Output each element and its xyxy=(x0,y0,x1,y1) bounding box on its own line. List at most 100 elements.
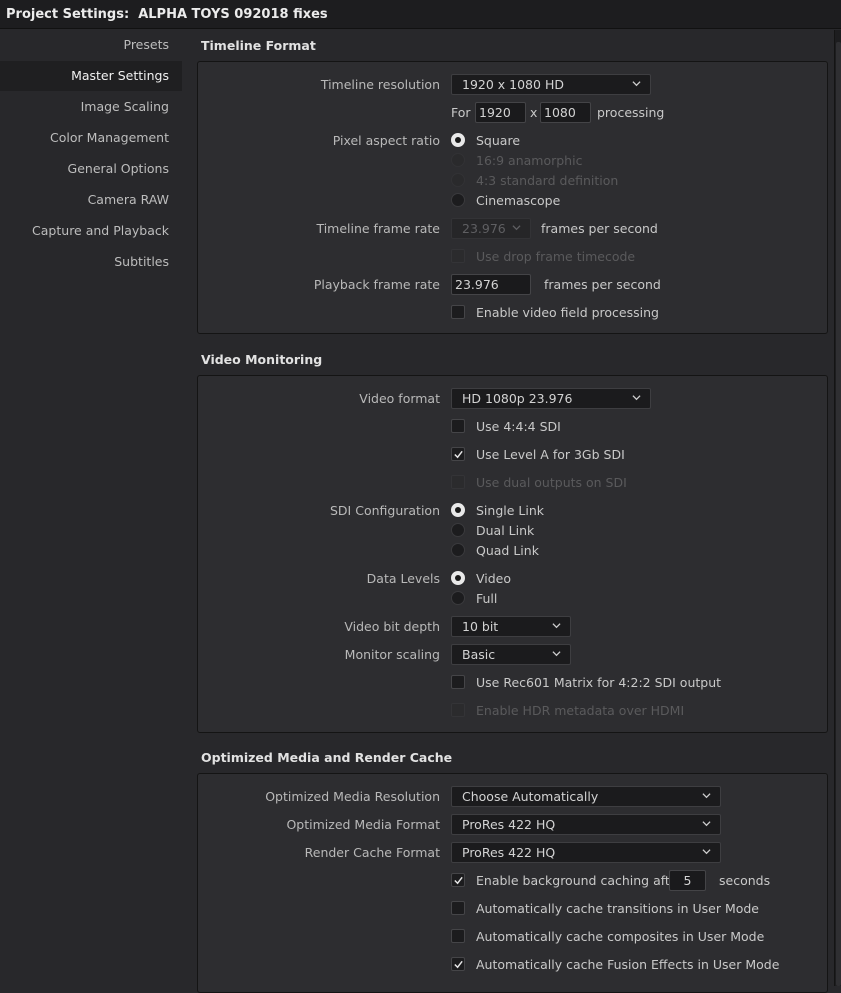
pixel-aspect-cinemascope-radio[interactable] xyxy=(451,193,465,207)
optimized-media-resolution-label: Optimized Media Resolution xyxy=(265,789,440,804)
sdi-quad-link-radio[interactable] xyxy=(451,543,465,557)
chevron-down-icon xyxy=(552,651,561,657)
video-bit-depth-label: Video bit depth xyxy=(344,619,440,634)
monitor-scaling-value: Basic xyxy=(462,647,496,662)
cache-fusion-label: Automatically cache Fusion Effects in Us… xyxy=(476,957,780,972)
background-caching-checkbox[interactable] xyxy=(451,873,465,887)
optimized-media-resolution-dropdown[interactable]: Choose Automatically xyxy=(451,786,721,807)
for-label: For xyxy=(451,105,471,120)
sdi-quad-link-label: Quad Link xyxy=(476,543,539,558)
video-format-dropdown[interactable]: HD 1080p 23.976 xyxy=(451,388,651,409)
timeline-frame-rate-label: Timeline frame rate xyxy=(316,221,440,236)
background-caching-label: Enable background caching after xyxy=(476,873,683,888)
sdi-configuration-label: SDI Configuration xyxy=(330,503,440,518)
sdi-single-link-radio[interactable] xyxy=(451,503,465,517)
pixel-aspect-anamorphic-radio xyxy=(451,153,465,167)
video-monitoring-heading: Video Monitoring xyxy=(201,352,323,367)
pixel-aspect-square-label: Square xyxy=(476,133,521,148)
video-bit-depth-dropdown[interactable]: 10 bit xyxy=(451,616,571,637)
sidebar-item-capture-playback[interactable]: Capture and Playback xyxy=(0,216,182,246)
data-levels-video-label: Video xyxy=(476,571,512,586)
render-cache-format-dropdown[interactable]: ProRes 422 HQ xyxy=(451,842,721,863)
sidebar-item-master-settings[interactable]: Master Settings xyxy=(0,61,182,91)
timeline-resolution-label: Timeline resolution xyxy=(320,77,440,92)
level-a-checkbox[interactable] xyxy=(451,447,465,461)
optimized-media-format-dropdown[interactable]: ProRes 422 HQ xyxy=(451,814,721,835)
playback-frame-rate-field[interactable]: 23.976 xyxy=(451,274,531,295)
sdi-single-link-label: Single Link xyxy=(476,503,544,518)
checkmark-icon xyxy=(454,450,463,459)
pixel-aspect-square-radio[interactable] xyxy=(451,133,465,147)
drop-frame-label: Use drop frame timecode xyxy=(476,249,636,264)
render-cache-format-label: Render Cache Format xyxy=(304,845,440,860)
monitor-scaling-dropdown[interactable]: Basic xyxy=(451,644,571,665)
cache-composites-checkbox[interactable] xyxy=(451,929,465,943)
level-a-label: Use Level A for 3Gb SDI xyxy=(476,447,625,462)
optimized-media-format-value: ProRes 422 HQ xyxy=(462,817,556,832)
chevron-down-icon xyxy=(702,821,711,827)
data-levels-full-label: Full xyxy=(476,591,498,606)
sidebar-item-general-options[interactable]: General Options xyxy=(0,154,182,184)
sdi-dual-link-radio[interactable] xyxy=(451,523,465,537)
timeline-resolution-dropdown[interactable]: 1920 x 1080 HD xyxy=(451,74,651,95)
monitor-scaling-label: Monitor scaling xyxy=(344,647,440,662)
playback-rate-unit-label: frames per second xyxy=(544,277,661,292)
sidebar-item-image-scaling[interactable]: Image Scaling xyxy=(0,92,182,122)
chevron-down-icon xyxy=(702,849,711,855)
cache-fusion-checkbox[interactable] xyxy=(451,957,465,971)
video-bit-depth-value: 10 bit xyxy=(462,619,499,634)
rec601-label: Use Rec601 Matrix for 4:2:2 SDI output xyxy=(476,675,722,690)
chevron-down-icon xyxy=(632,395,641,401)
hdr-metadata-label: Enable HDR metadata over HDMI xyxy=(476,703,685,718)
timeline-frame-rate-value: 23.976 xyxy=(462,221,506,236)
resolution-width-field[interactable]: 1920 xyxy=(475,102,526,123)
timeline-resolution-value: 1920 x 1080 HD xyxy=(462,77,564,92)
resolution-height-field[interactable]: 1080 xyxy=(540,102,591,123)
hdr-metadata-checkbox xyxy=(451,703,465,717)
video-format-value: HD 1080p 23.976 xyxy=(462,391,573,406)
rec601-checkbox[interactable] xyxy=(451,675,465,689)
chevron-down-icon xyxy=(552,623,561,629)
pixel-aspect-anamorphic-label: 16:9 anamorphic xyxy=(476,153,583,168)
optimized-media-heading: Optimized Media and Render Cache xyxy=(201,750,453,765)
sdi-dual-link-label: Dual Link xyxy=(476,523,535,538)
background-caching-seconds-field[interactable]: 5 xyxy=(669,870,706,891)
seconds-label: seconds xyxy=(719,873,771,888)
checkmark-icon xyxy=(454,876,463,885)
dual-outputs-checkbox xyxy=(451,475,465,489)
pixel-aspect-label: Pixel aspect ratio xyxy=(332,133,440,148)
optimized-media-resolution-value: Choose Automatically xyxy=(462,789,599,804)
cache-transitions-label: Automatically cache transitions in User … xyxy=(476,901,760,916)
drop-frame-checkbox xyxy=(451,249,465,263)
video-format-label: Video format xyxy=(359,391,440,406)
use-444-sdi-checkbox[interactable] xyxy=(451,419,465,433)
pixel-aspect-cinemascope-label: Cinemascope xyxy=(476,193,561,208)
cache-transitions-checkbox[interactable] xyxy=(451,901,465,915)
sidebar-item-color-management[interactable]: Color Management xyxy=(0,123,182,153)
scrollbar-thumb[interactable] xyxy=(836,42,841,986)
sidebar-item-camera-raw[interactable]: Camera RAW xyxy=(0,185,182,215)
timeline-format-heading: Timeline Format xyxy=(201,38,316,53)
checkmark-icon xyxy=(454,960,463,969)
use-444-sdi-label: Use 4:4:4 SDI xyxy=(476,419,561,434)
sidebar-item-subtitles[interactable]: Subtitles xyxy=(0,247,182,277)
processing-label: processing xyxy=(597,105,665,120)
data-levels-video-radio[interactable] xyxy=(451,571,465,585)
chevron-down-icon xyxy=(512,225,521,231)
sidebar-item-presets[interactable]: Presets xyxy=(0,30,182,60)
pixel-aspect-4-3-label: 4:3 standard definition xyxy=(476,173,619,188)
pixel-aspect-4-3-radio xyxy=(451,173,465,187)
timeline-frame-rate-dropdown: 23.976 xyxy=(451,218,531,239)
dual-outputs-label: Use dual outputs on SDI xyxy=(476,475,627,490)
field-processing-label: Enable video field processing xyxy=(476,305,659,320)
window-title: Project Settings: ALPHA TOYS 092018 fixe… xyxy=(0,0,841,29)
x-label: x xyxy=(530,105,538,120)
field-processing-checkbox[interactable] xyxy=(451,305,465,319)
frame-rate-unit-label: frames per second xyxy=(541,221,658,236)
cache-composites-label: Automatically cache composites in User M… xyxy=(476,929,765,944)
settings-sidebar: Presets Master Settings Image Scaling Co… xyxy=(0,30,182,986)
playback-frame-rate-label: Playback frame rate xyxy=(313,277,440,292)
chevron-down-icon xyxy=(632,81,641,87)
data-levels-full-radio[interactable] xyxy=(451,591,465,605)
chevron-down-icon xyxy=(702,793,711,799)
